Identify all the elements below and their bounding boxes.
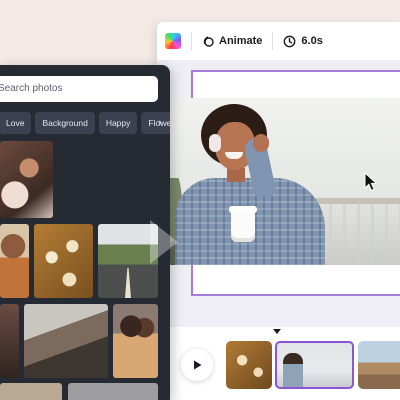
search-box[interactable]: [0, 76, 158, 102]
photo-person-hand: [253, 134, 269, 152]
play-icon: [194, 360, 202, 370]
photo-browser-panel: Love Background Happy Flowers ›: [0, 65, 170, 400]
chip-love[interactable]: Love: [0, 112, 32, 134]
duration-button[interactable]: 6.0s: [283, 35, 323, 48]
duration-label: 6.0s: [301, 35, 323, 47]
headphones: [209, 134, 221, 152]
chip-background[interactable]: Background: [35, 112, 95, 134]
play-button[interactable]: [181, 349, 213, 381]
timeline-clip-flowers[interactable]: [226, 341, 272, 389]
search-input[interactable]: [0, 83, 148, 94]
category-chips: Love Background Happy Flowers: [0, 112, 170, 134]
photo-thumbnail[interactable]: [34, 224, 93, 298]
photo-thumbnail[interactable]: [113, 304, 158, 378]
animate-icon: [203, 36, 214, 47]
clock-icon: [284, 35, 296, 47]
photo-thumbnail[interactable]: [0, 383, 62, 400]
coffee-cup: [231, 210, 255, 242]
playhead-marker[interactable]: [273, 329, 281, 334]
dragged-photo-woman-headphones[interactable]: [149, 98, 400, 265]
road-marking: [125, 268, 131, 298]
timeline-clip-landscape[interactable]: [358, 341, 400, 389]
toolbar-divider: [272, 32, 274, 50]
clip-thumbnail-image: [283, 353, 303, 387]
chevron-right-icon[interactable]: ›: [150, 112, 170, 134]
color-palette-icon[interactable]: [165, 33, 181, 49]
animate-label: Animate: [219, 35, 263, 47]
mouse-cursor-icon: [364, 172, 378, 192]
photo-person-neck: [227, 168, 245, 182]
photo-thumbnail[interactable]: [0, 224, 29, 298]
toolbar-divider: [191, 32, 192, 50]
timeline-clip-woman[interactable]: [275, 341, 354, 389]
photo-thumbnail[interactable]: [0, 304, 19, 378]
photo-thumbnail[interactable]: [0, 141, 53, 218]
chip-happy[interactable]: Happy: [98, 112, 138, 134]
photo-thumbnail[interactable]: [24, 304, 108, 378]
editor-toolbar: Animate 6.0s: [157, 22, 400, 60]
animate-button[interactable]: Animate: [202, 35, 262, 47]
photo-thumbnail[interactable]: [68, 383, 158, 400]
timeline: [157, 327, 400, 400]
drag-indicator: [150, 220, 178, 264]
photo-thumbnail[interactable]: [98, 224, 158, 298]
